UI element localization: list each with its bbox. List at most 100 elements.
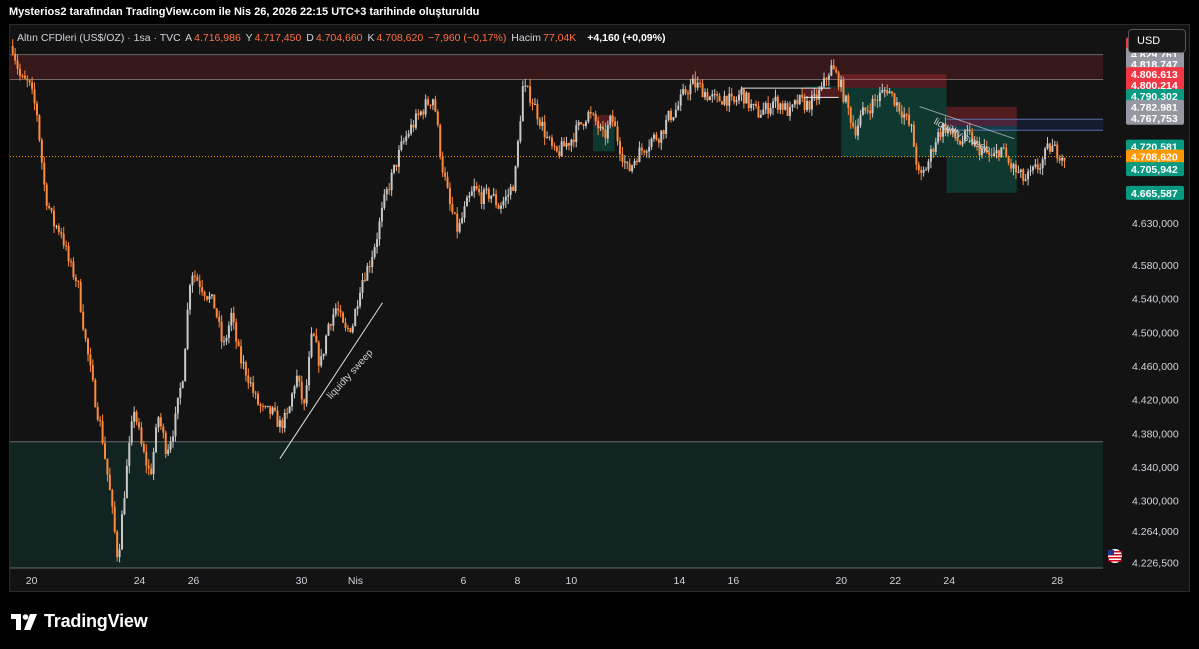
candle-body: [230, 312, 233, 326]
candle-body: [633, 160, 636, 166]
candle-body: [135, 411, 138, 423]
candle-body: [113, 506, 116, 532]
candle-body: [427, 99, 430, 105]
candle-body: [174, 413, 177, 437]
candle-body: [917, 164, 920, 171]
candle-body: [866, 110, 869, 112]
candle-body: [796, 100, 799, 105]
candle-body: [446, 176, 449, 188]
candle-body: [162, 426, 165, 433]
candle-body: [35, 103, 38, 116]
candle-body: [1031, 166, 1034, 171]
candle-body: [232, 312, 235, 323]
candle-body: [524, 85, 527, 87]
candle-body: [417, 113, 420, 115]
candle-body: [123, 498, 126, 515]
candle-body: [77, 280, 80, 282]
candle-body: [55, 225, 58, 227]
candle-body: [492, 194, 495, 196]
candle-body: [261, 405, 264, 407]
candle-body: [721, 101, 724, 105]
candle-body: [52, 210, 55, 227]
candle-body: [662, 130, 665, 134]
candle-body: [172, 436, 175, 442]
candle-body: [582, 124, 585, 126]
candle-body: [410, 124, 413, 134]
candle-body: [509, 186, 512, 195]
chart-canvas[interactable]: liquidty sweepliquidty sweep 4.630,0004.…: [0, 0, 1199, 649]
candle-body: [997, 150, 1000, 157]
legend-high: 4.717,450: [254, 32, 302, 44]
candle-body: [157, 417, 160, 428]
candle-body: [691, 78, 694, 85]
candle-body: [312, 333, 315, 336]
candle-body: [1022, 169, 1025, 181]
price-tag: 4.705,942: [1126, 162, 1184, 177]
candle-body: [16, 60, 19, 69]
position-target-zone: [592, 126, 615, 152]
candle-body: [667, 110, 670, 120]
candle-body: [11, 46, 14, 54]
candle-body: [507, 194, 510, 197]
candle-body: [225, 337, 228, 342]
candle-body: [155, 427, 158, 452]
candle-body: [728, 93, 731, 106]
price-tag: 4.708,620: [1126, 149, 1184, 164]
candle-body: [43, 162, 46, 185]
candle-body: [461, 218, 464, 223]
legend-symbol[interactable]: Altın CFDleri (US$/OZ) · 1sa · TVC: [17, 32, 181, 44]
candle-body: [91, 365, 94, 380]
candle-body: [67, 245, 70, 262]
candle-body: [87, 338, 90, 355]
candle-body: [339, 310, 342, 313]
symbol-legend[interactable]: Altın CFDleri (US$/OZ) · 1sa · TVC A 4.71…: [17, 32, 667, 44]
candle-body: [830, 65, 833, 76]
candle-body: [164, 432, 167, 454]
candle-body: [414, 113, 417, 128]
candle-body: [393, 164, 396, 173]
tradingview-logo-text: TradingView: [44, 611, 148, 631]
candle-body: [881, 90, 884, 93]
candle-body: [694, 78, 697, 88]
candle-body: [716, 94, 719, 96]
currency-button[interactable]: USD: [1128, 29, 1186, 53]
candle-body: [159, 417, 162, 427]
tradingview-logo[interactable]: TradingView: [11, 611, 148, 632]
candle-body: [128, 442, 131, 466]
candle-body: [482, 189, 485, 204]
tradingview-logo-icon: [11, 613, 37, 630]
candle-body: [439, 125, 442, 157]
candle-body: [835, 69, 838, 73]
candle-body: [575, 125, 578, 143]
candle-body: [356, 306, 359, 310]
candle-body: [453, 212, 456, 214]
candle-body: [208, 295, 211, 300]
candle-body: [308, 357, 311, 386]
candle-body: [990, 155, 993, 157]
price-axis-tick: 4.340,000: [1132, 462, 1179, 474]
candle-body: [531, 102, 534, 105]
candle-body: [456, 213, 459, 232]
candle-body: [317, 342, 320, 366]
candle-body: [388, 189, 391, 191]
candle-body: [706, 92, 709, 101]
us-flag-icon: [1108, 549, 1122, 563]
candle-body: [767, 102, 770, 114]
zones-layer: [10, 54, 1104, 569]
candle-body: [147, 465, 150, 469]
candle-body: [601, 126, 604, 130]
candle-body: [468, 195, 471, 198]
time-axis: 20 24 26 30 Nis 6 8 10 14 16 20 22 24 28: [26, 575, 1063, 587]
candle-body: [725, 95, 728, 106]
candle-body: [808, 100, 811, 110]
candle-body: [470, 191, 473, 196]
candle-body: [497, 205, 500, 209]
candle-body: [213, 294, 216, 309]
candle-body: [1010, 163, 1013, 169]
time-axis-tick: 24: [134, 575, 146, 587]
candle-body: [31, 82, 34, 90]
candle-body: [1027, 171, 1030, 180]
candle-body: [1051, 145, 1054, 152]
candle-body: [1000, 147, 1003, 157]
candle-body: [198, 280, 201, 288]
